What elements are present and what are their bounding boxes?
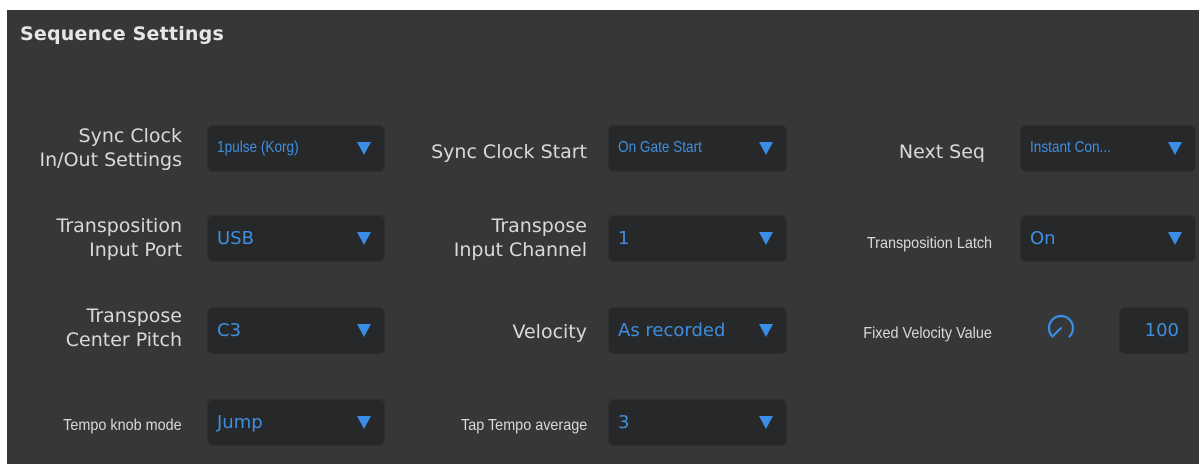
transpose-center-pitch-value: C3 — [217, 320, 242, 341]
tempo-knob-mode-dropdown[interactable]: Jump — [207, 399, 385, 446]
chevron-down-icon — [759, 232, 773, 245]
transpose-input-channel-dropdown[interactable]: 1 — [608, 215, 787, 262]
sync-clock-start-dropdown[interactable]: On Gate Start — [608, 125, 787, 172]
chevron-down-icon — [1168, 142, 1182, 155]
velocity-value: As recorded — [618, 320, 726, 341]
sync-clock-settings-value: 1pulse (Korg) — [217, 139, 299, 156]
transposition-latch-value: On — [1030, 228, 1056, 249]
tempo-knob-mode-label: Tempo knob mode — [63, 417, 182, 434]
next-seq-label: Next Seq — [898, 141, 985, 163]
transpose-input-channel-label-line1: Transpose — [491, 215, 587, 237]
sync-clock-settings-label-line1: Sync Clock — [78, 125, 182, 147]
sequence-settings-panel: Sequence Settings Sync Clock In/Out Sett… — [7, 10, 1199, 464]
transpose-center-pitch-dropdown[interactable]: C3 — [207, 307, 385, 354]
velocity-label: Velocity — [512, 321, 587, 343]
chevron-down-icon — [357, 324, 371, 337]
sync-clock-start-label: Sync Clock Start — [431, 141, 587, 163]
transposition-input-port-dropdown[interactable]: USB — [207, 215, 385, 262]
tempo-knob-mode-value: Jump — [217, 412, 263, 433]
tap-tempo-average-label: Tap Tempo average — [460, 417, 587, 434]
chevron-down-icon — [357, 416, 371, 429]
chevron-down-icon — [759, 324, 773, 337]
velocity-dropdown[interactable]: As recorded — [608, 307, 787, 354]
next-seq-dropdown[interactable]: Instant Con... — [1020, 125, 1196, 172]
transpose-input-channel-label: Transpose Input Channel — [454, 214, 587, 262]
transposition-latch-dropdown[interactable]: On — [1020, 215, 1196, 262]
chevron-down-icon — [759, 142, 773, 155]
fixed-velocity-value-label: Fixed Velocity Value — [863, 325, 992, 342]
fixed-velocity-value-field[interactable]: 100 — [1119, 307, 1189, 354]
transposition-input-port-value: USB — [217, 228, 254, 249]
knob-icon-svg — [1047, 314, 1075, 338]
transposition-input-port-label-line1: Transposition — [56, 215, 182, 237]
transpose-center-pitch-label-line1: Transpose — [86, 305, 182, 327]
next-seq-value: Instant Con... — [1030, 139, 1111, 156]
sync-clock-settings-label: Sync Clock In/Out Settings — [40, 124, 182, 172]
sync-clock-start-value: On Gate Start — [618, 139, 702, 156]
transpose-input-channel-value: 1 — [618, 228, 630, 249]
transpose-input-channel-label-line2: Input Channel — [453, 239, 587, 261]
chevron-down-icon — [759, 416, 773, 429]
sync-clock-settings-label-line2: In/Out Settings — [39, 149, 182, 171]
fixed-velocity-value-text: 100 — [1144, 320, 1179, 341]
sync-clock-settings-dropdown[interactable]: 1pulse (Korg) — [207, 125, 385, 172]
chevron-down-icon — [357, 142, 371, 155]
transpose-center-pitch-label: Transpose Center Pitch — [66, 304, 182, 352]
knob-icon[interactable] — [1046, 313, 1076, 343]
transposition-input-port-label-line2: Input Port — [89, 239, 182, 261]
transpose-center-pitch-label-line2: Center Pitch — [65, 329, 182, 351]
tap-tempo-average-value: 3 — [618, 412, 630, 433]
panel-title: Sequence Settings — [20, 23, 224, 45]
tap-tempo-average-dropdown[interactable]: 3 — [608, 399, 787, 446]
transposition-input-port-label: Transposition Input Port — [57, 214, 182, 262]
transposition-latch-label: Transposition Latch — [866, 235, 992, 252]
chevron-down-icon — [1168, 232, 1182, 245]
chevron-down-icon — [357, 232, 371, 245]
